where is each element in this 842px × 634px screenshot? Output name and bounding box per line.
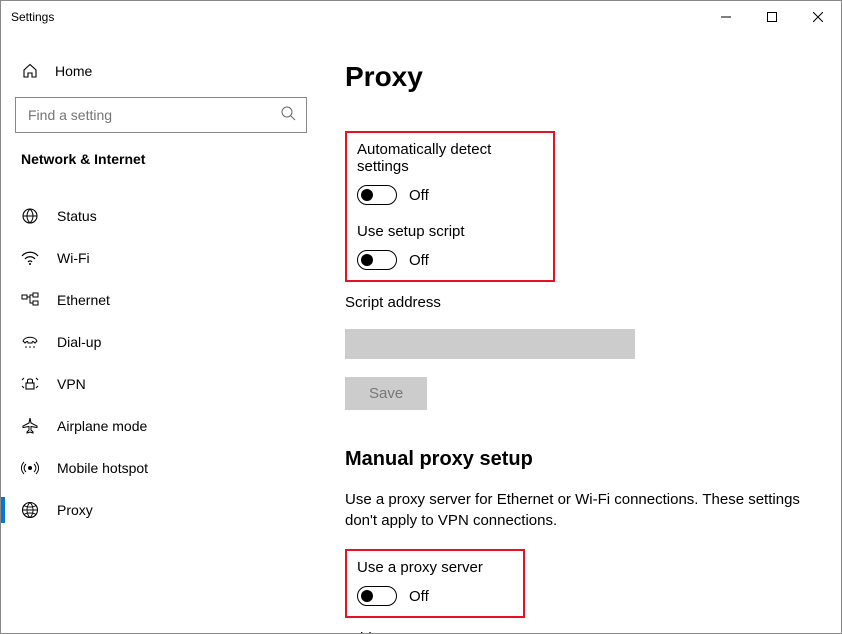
proxy-icon bbox=[21, 501, 39, 519]
maximize-button[interactable] bbox=[749, 1, 795, 33]
search-box[interactable] bbox=[15, 97, 307, 133]
minimize-button[interactable] bbox=[703, 1, 749, 33]
sidebar-item-label: Mobile hotspot bbox=[57, 460, 148, 476]
auto-detect-toggle[interactable] bbox=[357, 185, 397, 205]
port-label: Port bbox=[503, 630, 583, 633]
sidebar-item-proxy[interactable]: Proxy bbox=[1, 489, 321, 531]
script-address-label: Script address bbox=[345, 294, 817, 311]
sidebar-item-label: Wi-Fi bbox=[57, 250, 90, 266]
sidebar-item-wifi[interactable]: Wi-Fi bbox=[1, 237, 321, 279]
sidebar-item-label: Status bbox=[57, 208, 97, 224]
sidebar-item-label: Airplane mode bbox=[57, 418, 147, 434]
setup-script-label: Use setup script bbox=[357, 223, 543, 240]
manual-section-header: Manual proxy setup bbox=[345, 448, 817, 471]
dialup-icon bbox=[21, 333, 39, 351]
script-address-input[interactable] bbox=[345, 329, 635, 359]
status-icon bbox=[21, 207, 39, 225]
sidebar-item-airplane[interactable]: Airplane mode bbox=[1, 405, 321, 447]
address-label: Address bbox=[345, 630, 475, 633]
page-title: Proxy bbox=[345, 61, 817, 93]
use-proxy-label: Use a proxy server bbox=[357, 559, 513, 576]
sidebar-item-ethernet[interactable]: Ethernet bbox=[1, 279, 321, 321]
search-input[interactable] bbox=[16, 107, 306, 123]
search-icon bbox=[280, 105, 296, 126]
vpn-icon bbox=[21, 375, 39, 393]
use-proxy-state: Off bbox=[409, 588, 429, 605]
sidebar-item-dialup[interactable]: Dial-up bbox=[1, 321, 321, 363]
sidebar-item-hotspot[interactable]: Mobile hotspot bbox=[1, 447, 321, 489]
manual-description: Use a proxy server for Ethernet or Wi-Fi… bbox=[345, 489, 805, 531]
content-pane: Proxy Automatically detect settings Off … bbox=[321, 33, 841, 633]
sidebar-item-label: VPN bbox=[57, 376, 86, 392]
setup-script-toggle[interactable] bbox=[357, 250, 397, 270]
auto-detect-state: Off bbox=[409, 187, 429, 204]
use-proxy-toggle[interactable] bbox=[357, 586, 397, 606]
home-icon bbox=[21, 63, 39, 79]
window-controls bbox=[703, 1, 841, 33]
highlight-box-proxy: Use a proxy server Off bbox=[345, 549, 525, 618]
save-button[interactable]: Save bbox=[345, 377, 427, 410]
sidebar: Home Network & Internet Status Wi-Fi Eth… bbox=[1, 33, 321, 633]
sidebar-item-label: Dial-up bbox=[57, 334, 101, 350]
sidebar-item-vpn[interactable]: VPN bbox=[1, 363, 321, 405]
wifi-icon bbox=[21, 249, 39, 267]
sidebar-item-label: Proxy bbox=[57, 502, 93, 518]
sidebar-item-label: Ethernet bbox=[57, 292, 110, 308]
home-button[interactable]: Home bbox=[1, 53, 321, 89]
sidebar-item-status[interactable]: Status bbox=[1, 195, 321, 237]
sidebar-section-title: Network & Internet bbox=[1, 151, 321, 177]
home-label: Home bbox=[55, 63, 92, 79]
window-title: Settings bbox=[11, 10, 54, 24]
ethernet-icon bbox=[21, 291, 39, 309]
auto-detect-label: Automatically detect settings bbox=[357, 141, 543, 175]
highlight-box-auto: Automatically detect settings Off Use se… bbox=[345, 131, 555, 282]
setup-script-state: Off bbox=[409, 252, 429, 269]
airplane-icon bbox=[21, 417, 39, 435]
close-button[interactable] bbox=[795, 1, 841, 33]
titlebar: Settings bbox=[1, 1, 841, 33]
hotspot-icon bbox=[21, 459, 39, 477]
